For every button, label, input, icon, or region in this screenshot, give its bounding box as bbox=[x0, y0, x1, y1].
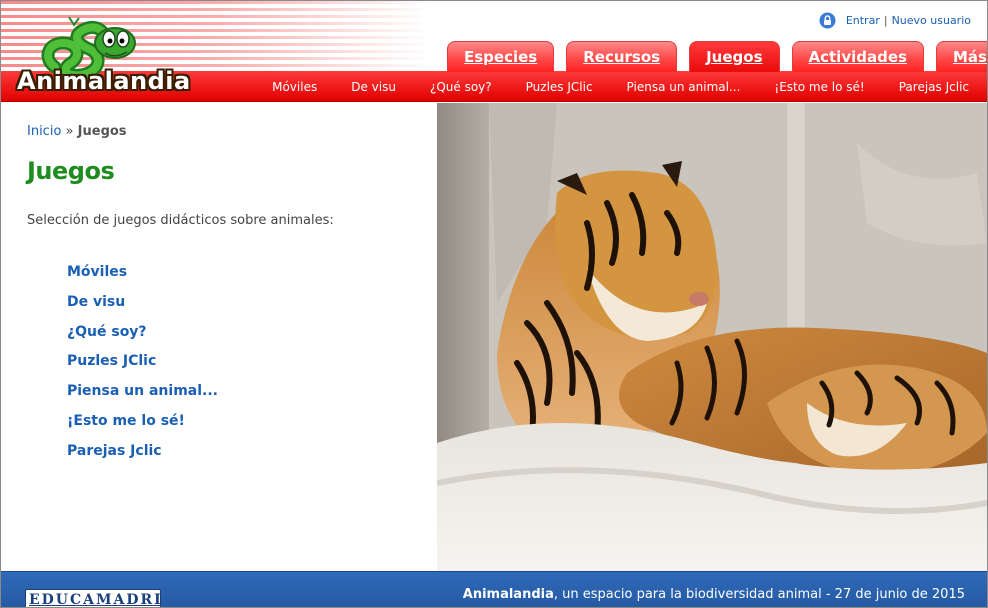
tab-actividades[interactable]: Actividades bbox=[791, 41, 924, 72]
tigers-illustration bbox=[437, 103, 987, 571]
tab-juegos[interactable]: Juegos bbox=[689, 41, 780, 72]
page-title: Juegos bbox=[27, 157, 115, 185]
list-item: De visu bbox=[67, 291, 218, 321]
subnav-item-parejas-jclic[interactable]: Parejas Jclic bbox=[882, 80, 979, 94]
lock-icon bbox=[819, 12, 836, 29]
game-link-puzles-jclic[interactable]: Puzles JClic bbox=[67, 353, 156, 369]
games-list: Móviles De visu ¿Qué soy? Puzles JClic P… bbox=[67, 261, 218, 470]
game-link-esto-me-lo-se[interactable]: ¡Esto me lo sé! bbox=[67, 413, 185, 429]
page: Animalandia Entrar | Nuevo usuario Espec… bbox=[0, 0, 988, 608]
game-link-moviles[interactable]: Móviles bbox=[67, 264, 127, 280]
breadcrumb: Inicio » Juegos bbox=[27, 124, 127, 139]
game-link-de-visu[interactable]: De visu bbox=[67, 294, 125, 310]
tigers-photo bbox=[437, 103, 987, 571]
list-item: Móviles bbox=[67, 261, 218, 291]
game-link-que-soy[interactable]: ¿Qué soy? bbox=[67, 324, 147, 340]
list-item: Piensa un animal... bbox=[67, 380, 218, 410]
list-item: ¡Esto me lo sé! bbox=[67, 410, 218, 440]
login-link[interactable]: Entrar bbox=[846, 14, 880, 27]
user-links-separator: | bbox=[883, 14, 888, 27]
user-links: Entrar | Nuevo usuario bbox=[819, 12, 971, 29]
game-link-piensa-un-animal[interactable]: Piensa un animal... bbox=[67, 383, 218, 399]
educamadrid-logo[interactable]: EDUCAMADRID bbox=[25, 589, 161, 607]
footer-text: Animalandia, un espacio para la biodiver… bbox=[463, 587, 965, 602]
footer-site-name: Animalandia bbox=[462, 587, 554, 602]
site-header: Animalandia Entrar | Nuevo usuario Espec… bbox=[1, 1, 987, 103]
register-link[interactable]: Nuevo usuario bbox=[892, 14, 971, 27]
tab-recursos[interactable]: Recursos bbox=[566, 41, 678, 72]
breadcrumb-current: Juegos bbox=[77, 124, 127, 139]
main-nav-tabs: Especies Recursos Juegos Actividades Más… bbox=[447, 41, 987, 72]
subnav-item-piensa-un-animal[interactable]: Piensa un animal... bbox=[610, 80, 758, 94]
tab-especies[interactable]: Especies bbox=[447, 41, 555, 72]
subnav-item-puzles-jclic[interactable]: Puzles JClic bbox=[509, 80, 610, 94]
subnav-item-que-soy[interactable]: ¿Qué soy? bbox=[413, 80, 509, 94]
game-link-parejas-jclic[interactable]: Parejas Jclic bbox=[67, 443, 162, 459]
intro-text: Selección de juegos didácticos sobre ani… bbox=[27, 213, 334, 228]
list-item: ¿Qué soy? bbox=[67, 321, 218, 351]
main-content: Inicio » Juegos Juegos Selección de jueg… bbox=[1, 103, 437, 571]
breadcrumb-home-link[interactable]: Inicio bbox=[27, 124, 61, 139]
breadcrumb-separator: » bbox=[65, 124, 74, 139]
games-subnav: Móviles De visu ¿Qué soy? Puzles JClic P… bbox=[255, 71, 979, 102]
subnav-item-de-visu[interactable]: De visu bbox=[334, 80, 413, 94]
subnav-item-esto-me-lo-se[interactable]: ¡Esto me lo sé! bbox=[757, 80, 881, 94]
footer-tagline: , un espacio para la biodiversidad anima… bbox=[553, 587, 965, 602]
brand-wordmark: Animalandia bbox=[17, 67, 191, 95]
subnav-item-moviles[interactable]: Móviles bbox=[255, 80, 334, 94]
tab-mas[interactable]: Más... bbox=[935, 41, 987, 72]
list-item: Puzles JClic bbox=[67, 350, 218, 380]
site-footer: EDUCAMADRID Animalandia, un espacio para… bbox=[1, 571, 987, 607]
list-item: Parejas Jclic bbox=[67, 440, 218, 470]
